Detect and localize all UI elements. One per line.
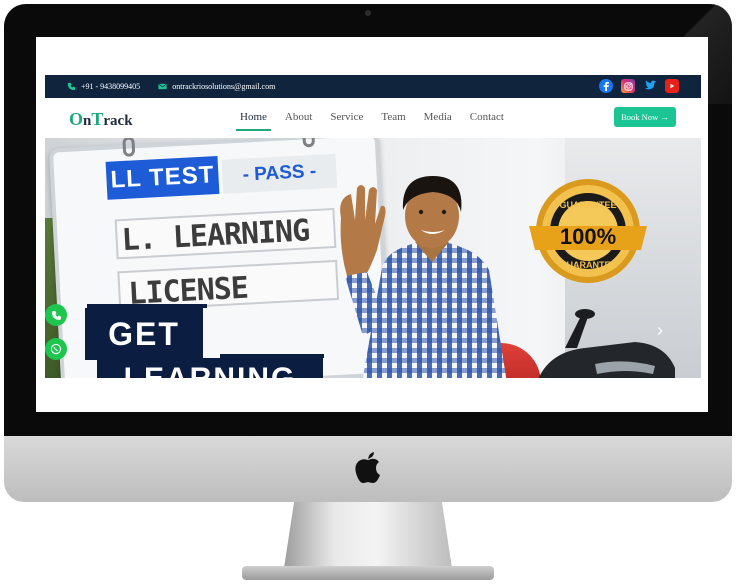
phone-icon	[67, 82, 76, 91]
badge-top-text: GUARANTEE	[559, 200, 616, 210]
nav-item-team[interactable]: Team	[381, 111, 405, 123]
email-address: ontrackriosolutions@gmail.com	[172, 82, 276, 91]
hero-title-get: GET	[85, 308, 203, 360]
instagram-icon[interactable]	[621, 79, 635, 93]
main-navbar: OnTrack Home About Service Team Media Co…	[45, 98, 701, 136]
social-links	[599, 79, 679, 93]
badge-value: 100%	[560, 224, 616, 249]
scooter-image	[538, 309, 675, 378]
nav-item-home[interactable]: Home	[236, 111, 271, 131]
apple-logo-icon	[355, 452, 380, 483]
nav-item-contact[interactable]: Contact	[470, 111, 504, 123]
phone-contact[interactable]: +91 - 9438099405	[67, 82, 140, 91]
nav-menu: Home About Service Team Media Contact	[236, 111, 522, 131]
monitor-stand-neck	[284, 502, 452, 568]
smiling-man-image	[340, 176, 507, 378]
ll-test-label: LL TEST	[105, 155, 220, 200]
nav-item-media[interactable]: Media	[424, 111, 452, 123]
monitor-chin	[4, 436, 732, 502]
twitter-icon[interactable]	[643, 79, 657, 93]
whatsapp-float-button[interactable]	[45, 338, 67, 360]
mail-icon	[158, 83, 167, 90]
carousel-next-arrow[interactable]: ›	[657, 320, 663, 341]
imac-monitor: +91 - 9438099405 ontrackriosolutions@gma…	[4, 4, 732, 502]
clipboard-ring	[122, 138, 136, 157]
logo-letter-o: O	[69, 109, 84, 129]
nav-item-about[interactable]: About	[285, 111, 313, 123]
ontrack-logo[interactable]: OnTrack	[69, 109, 133, 130]
logo-letter-t: T	[91, 109, 104, 129]
hero-title-learning: LEARNING	[97, 358, 323, 378]
pass-label: - PASS -	[221, 153, 338, 194]
phone-number: +91 - 9438099405	[81, 82, 141, 91]
youtube-icon[interactable]	[665, 79, 679, 93]
monitor-stand-base	[242, 566, 494, 580]
website-screen: +91 - 9438099405 ontrackriosolutions@gma…	[36, 37, 708, 412]
email-contact[interactable]: ontrackriosolutions@gmail.com	[158, 82, 275, 91]
book-now-button[interactable]: Book Now →	[614, 107, 676, 127]
top-info-bar: +91 - 9438099405 ontrackriosolutions@gma…	[45, 75, 701, 98]
clipboard-ring	[302, 138, 316, 148]
camera-dot	[365, 10, 371, 16]
call-float-button[interactable]	[45, 304, 67, 326]
nav-item-service[interactable]: Service	[330, 111, 363, 123]
whatsapp-icon	[50, 343, 62, 355]
phone-icon	[51, 310, 61, 320]
badge-bottom-text: GUARANTEE	[559, 260, 616, 270]
guarantee-100-badge: 100% GUARANTEE GUARANTEE	[529, 179, 647, 283]
monitor-bezel: +91 - 9438099405 ontrackriosolutions@gma…	[4, 4, 732, 436]
facebook-icon[interactable]	[599, 79, 613, 93]
logo-rest: rack	[103, 113, 133, 129]
hero-banner: LL TEST - PASS - L. LEARNING LICENSE GET…	[45, 138, 701, 378]
